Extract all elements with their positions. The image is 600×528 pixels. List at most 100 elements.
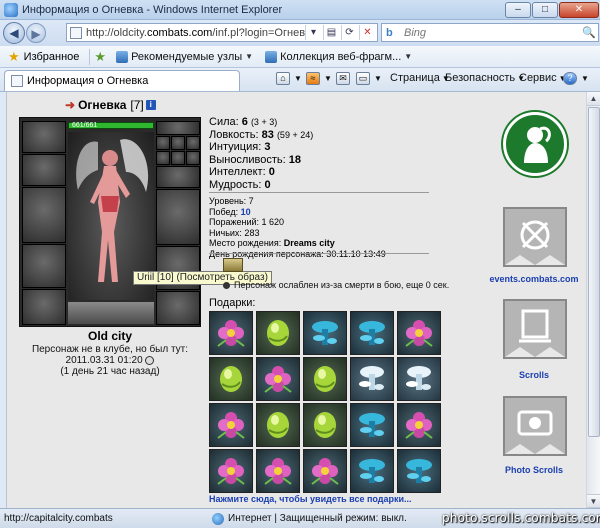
gift-pink-flower-icon[interactable] xyxy=(397,311,441,355)
cloak-slot[interactable] xyxy=(156,166,200,188)
gift-blue-mushroom-icon[interactable] xyxy=(350,311,394,355)
separator xyxy=(89,48,91,65)
detail-birthplace: Место рождения: Dreams city xyxy=(209,238,335,249)
detail-losses: Поражений: 1 620 xyxy=(209,217,285,228)
favorites-label: Избранное xyxy=(23,50,80,63)
compatibility-icon[interactable]: ▤ xyxy=(323,25,339,40)
boots-slot[interactable] xyxy=(156,291,200,325)
ring-slot-1[interactable] xyxy=(171,136,185,150)
gift-pink-flower-icon[interactable] xyxy=(209,449,253,493)
refresh-icon[interactable]: ⟳ xyxy=(341,25,357,40)
scroll-up-icon[interactable]: ▲ xyxy=(587,92,600,106)
safety-menu[interactable]: Безопасность ▼ xyxy=(445,72,525,84)
gift-white-mushroom-icon[interactable] xyxy=(397,357,441,401)
page-icon xyxy=(70,26,82,39)
gift-blue-mushroom-icon[interactable] xyxy=(303,311,347,355)
search-box[interactable]: b 🔍 xyxy=(381,23,599,42)
arrow-icon[interactable]: ➜ xyxy=(65,98,75,112)
gift-green-stone-icon[interactable] xyxy=(303,403,347,447)
back-button[interactable]: ◀ xyxy=(3,22,25,44)
close-button[interactable]: ✕ xyxy=(559,1,599,18)
gift-green-stone-icon[interactable] xyxy=(303,357,347,401)
gift-pink-flower-icon[interactable] xyxy=(256,357,300,401)
add-favorite-icon[interactable]: ★ xyxy=(94,49,106,65)
gift-pink-flower-icon[interactable] xyxy=(209,311,253,355)
divider xyxy=(209,253,429,254)
forward-button[interactable]: ▶ xyxy=(26,23,46,43)
scroll-thumb[interactable] xyxy=(588,107,600,437)
home-button[interactable]: ⌂ ▼ xyxy=(276,72,302,85)
chevron-down-icon: ▼ xyxy=(404,52,413,61)
scroll-down-icon[interactable]: ▼ xyxy=(587,494,600,508)
detail-level: Уровень: 7 xyxy=(209,196,254,206)
ring-slot-2[interactable] xyxy=(186,136,200,150)
print-button[interactable]: ▭ ▼ xyxy=(356,72,382,85)
stat-intuition: Интуиция: 3 xyxy=(209,141,271,154)
events-icon xyxy=(505,220,565,265)
extra-slot[interactable] xyxy=(186,151,200,165)
effect-image[interactable] xyxy=(223,258,243,272)
bracers-slot[interactable] xyxy=(22,154,66,186)
weapon-right-slot[interactable] xyxy=(156,189,200,245)
weapon-left-slot[interactable] xyxy=(22,187,66,243)
window-title: Информация о Огневка - Windows Internet … xyxy=(22,3,283,16)
tab-label: Информация о Огневка xyxy=(27,75,149,87)
tab-row: Информация о Огневка ⌂ ▼ ≈ ▼ ✉ ▭ ▼ Страница… xyxy=(0,68,600,92)
gift-pink-flower-icon[interactable] xyxy=(209,403,253,447)
status-effect: Персонаж ослаблен из-за смерти в бою, ещ… xyxy=(223,280,449,290)
tools-menu[interactable]: Сервис▼ xyxy=(519,72,567,84)
stop-icon[interactable]: ✕ xyxy=(359,25,375,40)
favorites-link-recommended[interactable]: Рекомендуемые узлы ▼ xyxy=(116,50,253,63)
address-url[interactable]: http://oldcity.combats.com/inf.pl?login=… xyxy=(86,27,305,39)
stat-endurance: Выносливость: 18 xyxy=(209,153,301,166)
gift-white-mushroom-icon[interactable] xyxy=(350,357,394,401)
feeds-button[interactable]: ≈ ▼ xyxy=(306,72,332,85)
vertical-scrollbar[interactable]: ▲ ▼ xyxy=(586,92,600,508)
favorites-link-webslices[interactable]: Коллекция веб-фрагм... ▼ xyxy=(265,50,413,63)
gift-pink-flower-icon[interactable] xyxy=(303,449,347,493)
armor-slot[interactable] xyxy=(22,244,66,288)
last-seen-ago: (1 день 21 час назад) xyxy=(60,366,160,377)
mail-button[interactable]: ✉ xyxy=(336,72,352,85)
search-icon[interactable]: 🔍 xyxy=(580,26,598,39)
photo-scrolls-banner[interactable] xyxy=(503,396,567,456)
combats-logo-icon[interactable] xyxy=(503,112,567,176)
character-level: [7] xyxy=(130,98,144,112)
helmet-slot[interactable] xyxy=(22,121,66,153)
tab-active[interactable]: Информация о Огневка xyxy=(4,70,240,91)
photo-scrolls-link[interactable]: Photo Scrolls xyxy=(479,465,586,475)
hp-bar: 661/661 xyxy=(68,122,154,129)
belt-slot[interactable] xyxy=(22,289,66,325)
character-name: Огневка xyxy=(78,98,127,112)
dropdown-arrow-icon[interactable]: ▾ xyxy=(305,25,321,40)
security-zone[interactable]: Интернет | Защищенный режим: выкл. xyxy=(212,512,407,525)
page-content: ➜ Огневка [7] i 661/661 Uriil [10] (Посм… xyxy=(6,92,586,508)
ring-slot-3[interactable] xyxy=(156,151,170,165)
events-link[interactable]: events.combats.com xyxy=(479,274,586,284)
gift-green-stone-icon[interactable] xyxy=(256,311,300,355)
gloves-slot[interactable] xyxy=(171,151,185,165)
gift-blue-mushroom-icon[interactable] xyxy=(397,449,441,493)
help-menu[interactable]: ? ▼ xyxy=(563,72,589,85)
maximize-button[interactable]: □ xyxy=(532,1,558,18)
link-icon xyxy=(116,50,129,63)
see-all-gifts-link[interactable]: Нажмите сюда, чтобы увидеть все подарки.… xyxy=(209,494,412,504)
last-seen-label: Персонаж не в клубе, но был тут: xyxy=(31,344,189,355)
gift-blue-mushroom-icon[interactable] xyxy=(350,403,394,447)
scrolls-link[interactable]: Scrolls xyxy=(479,370,586,380)
address-bar[interactable]: http://oldcity.combats.com/inf.pl?login=… xyxy=(66,23,378,42)
gift-pink-flower-icon[interactable] xyxy=(256,449,300,493)
gift-green-stone-icon[interactable] xyxy=(256,403,300,447)
page-menu[interactable]: Страница ▼ xyxy=(390,72,450,84)
scrolls-banner[interactable] xyxy=(503,299,567,359)
amulet-slot[interactable] xyxy=(156,121,200,135)
gift-blue-mushroom-icon[interactable] xyxy=(350,449,394,493)
search-input[interactable] xyxy=(404,26,580,39)
earring-slot[interactable] xyxy=(156,136,170,150)
events-banner[interactable] xyxy=(503,207,567,267)
favorites-button[interactable]: ★ Избранное xyxy=(8,49,79,65)
gift-pink-flower-icon[interactable] xyxy=(397,403,441,447)
gift-green-stone-icon[interactable] xyxy=(209,357,253,401)
minimize-button[interactable]: – xyxy=(505,1,531,18)
info-icon[interactable]: i xyxy=(145,100,156,110)
